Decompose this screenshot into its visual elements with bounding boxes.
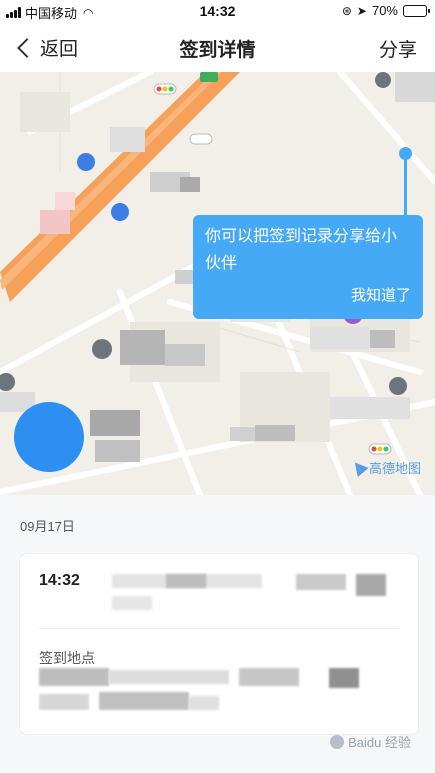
card-divider: [39, 628, 399, 629]
status-right: ⊛ ➤ 70%: [341, 3, 430, 18]
share-tip-tooltip: 你可以把签到记录分享给小伙伴 我知道了: [193, 215, 423, 319]
record-description-redacted: [106, 574, 396, 614]
orientation-lock-icon: ⊛: [341, 3, 352, 18]
nav-bar: 返回 签到详情 分享: [0, 22, 435, 72]
watermark-text: Baidu 经验: [348, 735, 411, 750]
record-date: 09月17日: [20, 519, 75, 534]
location-label: 签到地点: [39, 650, 95, 666]
share-button[interactable]: 分享: [379, 35, 417, 62]
chevron-left-icon: [17, 37, 37, 58]
tooltip-dismiss-button[interactable]: 我知道了: [351, 284, 411, 305]
map-provider-logo: 高德地图: [349, 458, 421, 477]
amap-arrow-icon: [349, 458, 369, 477]
user-location-button[interactable]: [14, 402, 84, 472]
tooltip-text: 你可以把签到记录分享给小伙伴: [205, 228, 398, 272]
location-address-redacted: [39, 668, 399, 714]
baidu-paw-icon: [330, 734, 345, 749]
map-provider-name: 高德地图: [368, 461, 421, 476]
tooltip-pointer: [404, 150, 407, 216]
back-label: 返回: [40, 39, 79, 60]
record-card[interactable]: 14:32 签到地点: [19, 553, 419, 735]
back-button[interactable]: 返回: [16, 34, 78, 61]
location-arrow-icon: ➤: [356, 3, 367, 18]
baidu-watermark: Baidu 经验: [330, 732, 411, 751]
status-bar: 中国移动 ◠ 14:32 ⊛ ➤ 70%: [0, 0, 435, 22]
battery-icon: [403, 4, 430, 17]
record-time: 14:32: [39, 572, 80, 589]
battery-percent: 70%: [371, 3, 398, 18]
